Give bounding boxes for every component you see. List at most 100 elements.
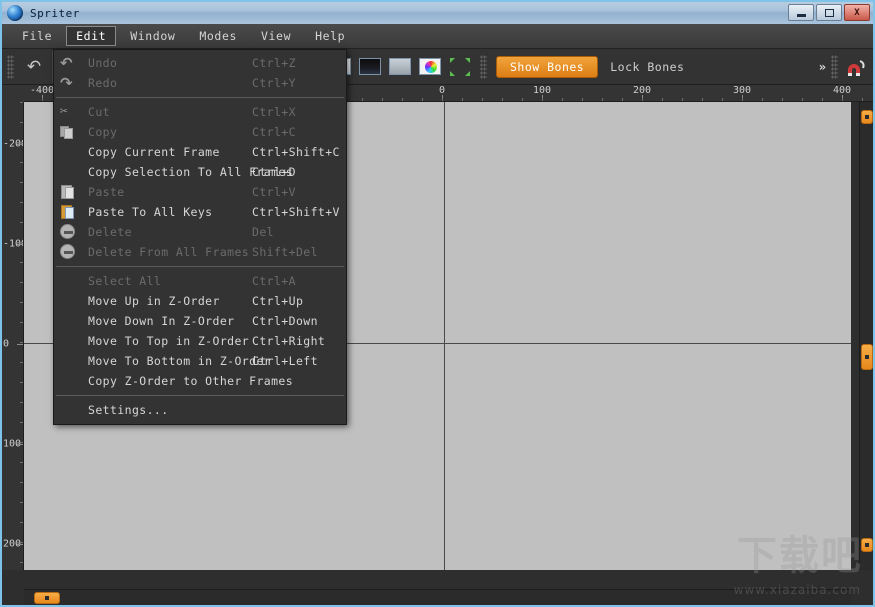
menu-help[interactable]: Help (305, 26, 355, 46)
edit-menu-item-accel: Ctrl+Down (252, 314, 318, 328)
menu-modes[interactable]: Modes (189, 26, 247, 46)
edit-menu-item: ↶ Undo Ctrl+Z (54, 53, 346, 73)
edit-menu-item-accel: Shift+Del (252, 245, 318, 259)
background-gray-icon[interactable] (385, 53, 415, 81)
edit-menu-item-accel: Ctrl+V (252, 185, 296, 199)
vertical-ruler[interactable]: -200-1000100200 (2, 102, 24, 570)
ruler-minor-tick (20, 242, 23, 243)
edit-menu-item-label: Paste (88, 185, 125, 199)
edit-menu-item[interactable]: Copy Z-Order to Other Frames (54, 371, 346, 391)
edit-menu-item[interactable]: Paste To All Keys Ctrl+Shift+V (54, 202, 346, 222)
ruler-minor-tick (742, 98, 743, 101)
edit-menu-item-accel: Ctrl+Z (252, 56, 296, 70)
ruler-minor-tick (602, 98, 603, 101)
ruler-tick (17, 144, 23, 145)
edit-menu-item[interactable]: Copy Selection To All Frames Ctrl+D (54, 162, 346, 182)
ruler-minor-tick (422, 98, 423, 101)
horizontal-scrollbar[interactable] (24, 589, 851, 605)
scrollbar-thumb[interactable] (861, 110, 873, 124)
undo-arrow-icon[interactable]: ↶ (19, 53, 49, 81)
edit-dropdown-menu[interactable]: ↶ Undo Ctrl+Z ↷ Redo Ctrl+Y ✂ Cut Ctrl+X Copy Ctrl… (53, 49, 347, 425)
ruler-minor-tick (20, 362, 23, 363)
window-controls: X (788, 4, 870, 21)
menu-view[interactable]: View (251, 26, 301, 46)
ruler-minor-tick (582, 98, 583, 101)
edit-menu-item-label: Move To Top in Z-Order (88, 334, 250, 348)
edit-menu-item-label: Cut (88, 105, 110, 119)
minimize-button[interactable] (788, 4, 814, 21)
ruler-minor-tick (20, 102, 23, 103)
background-color-icon[interactable] (415, 53, 445, 81)
delete-icon (60, 244, 75, 259)
ruler-minor-tick (762, 98, 763, 101)
menu-window[interactable]: Window (120, 26, 185, 46)
redo-icon: ↷ (60, 74, 73, 92)
ruler-minor-tick (20, 562, 23, 563)
toolbar-overflow-button[interactable]: » (819, 60, 826, 74)
cut-icon: ✂ (60, 104, 69, 119)
edit-menu-item: Select All Ctrl+A (54, 271, 346, 291)
ruler-minor-tick (20, 402, 23, 403)
ruler-minor-tick (482, 98, 483, 101)
ruler-minor-tick (562, 98, 563, 101)
ruler-minor-tick (702, 98, 703, 101)
edit-menu-item[interactable]: Move To Bottom in Z-Order Ctrl+Left (54, 351, 346, 371)
scrollbar-thumb[interactable] (861, 344, 873, 370)
ruler-tick (17, 444, 23, 445)
ruler-minor-tick (20, 462, 23, 463)
ruler-minor-tick (442, 98, 443, 101)
scrollbar-thumb[interactable] (34, 592, 60, 604)
close-button[interactable]: X (844, 4, 870, 21)
scrollbar-thumb[interactable] (861, 538, 873, 552)
edit-menu-item-label: Undo (88, 56, 118, 70)
edit-menu-item: ✂ Cut Ctrl+X (54, 102, 346, 122)
undo-icon: ↶ (60, 54, 73, 72)
ruler-minor-tick (42, 98, 43, 101)
ruler-minor-tick (20, 442, 23, 443)
ruler-minor-tick (20, 482, 23, 483)
toolbar-grip-3[interactable] (480, 54, 487, 79)
show-bones-button[interactable]: Show Bones (496, 55, 599, 78)
toolbar-grip-4[interactable] (831, 54, 838, 79)
fit-to-view-icon[interactable] (445, 53, 475, 81)
edit-menu-item[interactable]: Move Up in Z-Order Ctrl+Up (54, 291, 346, 311)
ruler-minor-tick (862, 98, 863, 101)
ruler-minor-tick (20, 502, 23, 503)
ruler-minor-tick (20, 542, 23, 543)
edit-menu-item-label: Delete From All Frames (88, 245, 250, 259)
edit-menu-item-accel: Ctrl+Up (252, 294, 304, 308)
ruler-minor-tick (20, 202, 23, 203)
ruler-tick (17, 544, 23, 545)
vertical-scrollbar[interactable] (859, 102, 873, 570)
edit-menu-item-accel: Ctrl+Right (252, 334, 326, 348)
ruler-minor-tick (682, 98, 683, 101)
maximize-button[interactable] (816, 4, 842, 21)
menu-separator (56, 266, 344, 267)
delete-icon (60, 224, 75, 239)
edit-menu-item: Copy Ctrl+C (54, 122, 346, 142)
ruler-minor-tick (20, 382, 23, 383)
edit-menu-item[interactable]: Move To Top in Z-Order Ctrl+Right (54, 331, 346, 351)
edit-menu-item[interactable]: Move Down In Z-Order Ctrl+Down (54, 311, 346, 331)
background-black-icon[interactable] (355, 53, 385, 81)
menu-bar: File Edit Window Modes View Help (2, 24, 873, 49)
ruler-minor-tick (462, 98, 463, 101)
menu-edit[interactable]: Edit (66, 26, 117, 46)
edit-menu-item-accel: Ctrl+Shift+V (252, 205, 340, 219)
ruler-minor-tick (802, 98, 803, 101)
globe-icon (7, 5, 23, 21)
lock-bones-button[interactable]: Lock Bones (598, 60, 696, 74)
edit-menu-item[interactable]: Copy Current Frame Ctrl+Shift+C (54, 142, 346, 162)
edit-menu-item: Paste Ctrl+V (54, 182, 346, 202)
edit-menu-item-label: Copy (88, 125, 118, 139)
edit-menu-item-label: Move Up in Z-Order (88, 294, 220, 308)
magnet-snap-icon[interactable] (845, 57, 867, 77)
edit-menu-item[interactable]: Settings... (54, 400, 346, 420)
menu-file[interactable]: File (12, 26, 62, 46)
paste-icon (60, 184, 76, 200)
toolbar-grip[interactable] (7, 54, 14, 79)
edit-menu-item-accel: Ctrl+C (252, 125, 296, 139)
ruler-minor-tick (20, 522, 23, 523)
menu-separator (56, 97, 344, 98)
ruler-minor-tick (402, 98, 403, 101)
